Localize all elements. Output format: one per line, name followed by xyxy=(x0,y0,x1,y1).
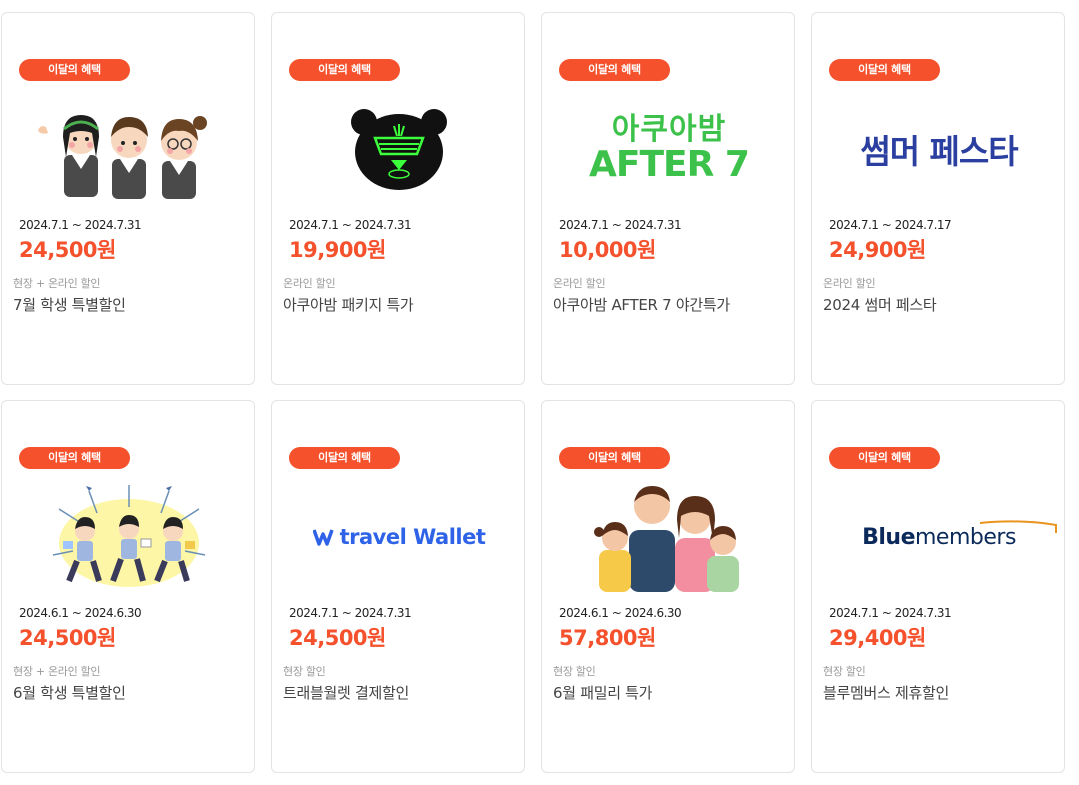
benefit-card[interactable]: 이달의 혜택 썸머 페스타 2024.7.1 ~ 2024.7.17 24,90… xyxy=(811,12,1065,385)
monthly-benefit-badge: 이달의 혜택 xyxy=(19,59,130,81)
summer-festa-logo-text: 썸머 페스타 xyxy=(860,132,1018,171)
travel-wallet-logo-text: travel Wallet xyxy=(339,525,486,549)
discount-type: 현장 + 온라인 할인 xyxy=(13,277,101,290)
benefit-price: 29,400원 xyxy=(829,626,926,650)
students-cheer-illustration xyxy=(2,477,254,597)
benefit-period: 2024.7.1 ~ 2024.7.31 xyxy=(559,218,682,232)
benefit-period: 2024.7.1 ~ 2024.7.31 xyxy=(289,218,412,232)
benefit-card[interactable]: 이달의 혜택 xyxy=(1,400,255,773)
monthly-benefit-badge: 이달의 혜택 xyxy=(829,447,940,469)
benefit-price: 10,000원 xyxy=(559,238,656,262)
monthly-benefit-badge: 이달의 혜택 xyxy=(829,59,940,81)
students-illustration xyxy=(2,89,254,209)
discount-type: 현장 + 온라인 할인 xyxy=(13,665,101,678)
benefit-period: 2024.6.1 ~ 2024.6.30 xyxy=(19,606,142,620)
monthly-benefit-badge: 이달의 혜택 xyxy=(559,447,670,469)
benefit-title: 6월 패밀리 특가 xyxy=(553,684,653,702)
benefit-price: 24,500원 xyxy=(19,238,116,262)
benefit-period: 2024.6.1 ~ 2024.6.30 xyxy=(559,606,682,620)
benefit-period: 2024.7.1 ~ 2024.7.31 xyxy=(19,218,142,232)
travel-wallet-mark-icon xyxy=(312,529,334,546)
discount-type: 현장 할인 xyxy=(553,665,596,678)
benefit-price: 24,900원 xyxy=(829,238,926,262)
benefit-title: 7월 학생 특별할인 xyxy=(13,296,126,314)
benefit-price: 24,500원 xyxy=(289,626,386,650)
benefit-title: 아쿠아밤 AFTER 7 야간특가 xyxy=(553,296,730,314)
family-illustration xyxy=(542,477,794,597)
benefit-title: 아쿠아밤 패키지 특가 xyxy=(283,296,414,314)
benefit-title: 블루멤버스 제휴할인 xyxy=(823,684,949,702)
benefit-title: 6월 학생 특별할인 xyxy=(13,684,126,702)
benefit-price: 24,500원 xyxy=(19,626,116,650)
benefit-title: 2024 썸머 페스타 xyxy=(823,296,937,314)
benefit-title: 트래블월렛 결제할인 xyxy=(283,684,409,702)
monthly-benefit-badge: 이달의 혜택 xyxy=(559,59,670,81)
bluemembers-swoosh-icon xyxy=(979,519,1058,533)
benefit-card-grid: 이달의 혜택 2024.7.1 ~ 2024.7.31 24,500원 현장 +… xyxy=(0,0,1079,785)
benefit-card[interactable]: 이달의 혜택 Bluemembers 2024.7.1 ~ 2024.7.31 … xyxy=(811,400,1065,773)
benefit-period: 2024.7.1 ~ 2024.7.31 xyxy=(289,606,412,620)
benefit-period: 2024.7.1 ~ 2024.7.17 xyxy=(829,218,952,232)
monthly-benefit-badge: 이달의 혜택 xyxy=(19,447,130,469)
after7-logo: 아쿠아밤 AFTER 7 xyxy=(542,89,794,209)
discount-type: 온라인 할인 xyxy=(823,277,876,290)
benefit-card[interactable]: 이달의 혜택 travel Wallet 2024.7.1 ~ 2024.7.3… xyxy=(271,400,525,773)
monthly-benefit-badge: 이달의 혜택 xyxy=(289,59,400,81)
benefit-card[interactable]: 이달의 혜택 아쿠아밤 AFTER 7 2024.7.1 ~ 2024.7.31… xyxy=(541,12,795,385)
travel-wallet-logo: travel Wallet xyxy=(272,477,524,597)
discount-type: 온라인 할인 xyxy=(283,277,336,290)
benefit-card[interactable]: 이달의 혜택 2024.6.1 ~ 2024.6.30 57,800원 현장 할… xyxy=(541,400,795,773)
after7-logo-line1: 아쿠아밤 xyxy=(611,112,727,147)
bluemembers-logo: Bluemembers xyxy=(812,477,1064,597)
benefit-card[interactable]: 이달의 혜택 2024.7.1 ~ 2024.7.31 19,900원 온라인 … xyxy=(271,12,525,385)
benefit-price: 57,800원 xyxy=(559,626,656,650)
discount-type: 현장 할인 xyxy=(283,665,326,678)
benefit-price: 19,900원 xyxy=(289,238,386,262)
summer-festa-logo: 썸머 페스타 xyxy=(812,89,1064,209)
bear-neon-logo xyxy=(272,89,524,209)
benefit-period: 2024.7.1 ~ 2024.7.31 xyxy=(829,606,952,620)
monthly-benefit-badge: 이달의 혜택 xyxy=(289,447,400,469)
discount-type: 현장 할인 xyxy=(823,665,866,678)
after7-logo-line2: AFTER 7 xyxy=(589,144,750,185)
discount-type: 온라인 할인 xyxy=(553,277,606,290)
benefit-card[interactable]: 이달의 혜택 xyxy=(1,12,255,385)
